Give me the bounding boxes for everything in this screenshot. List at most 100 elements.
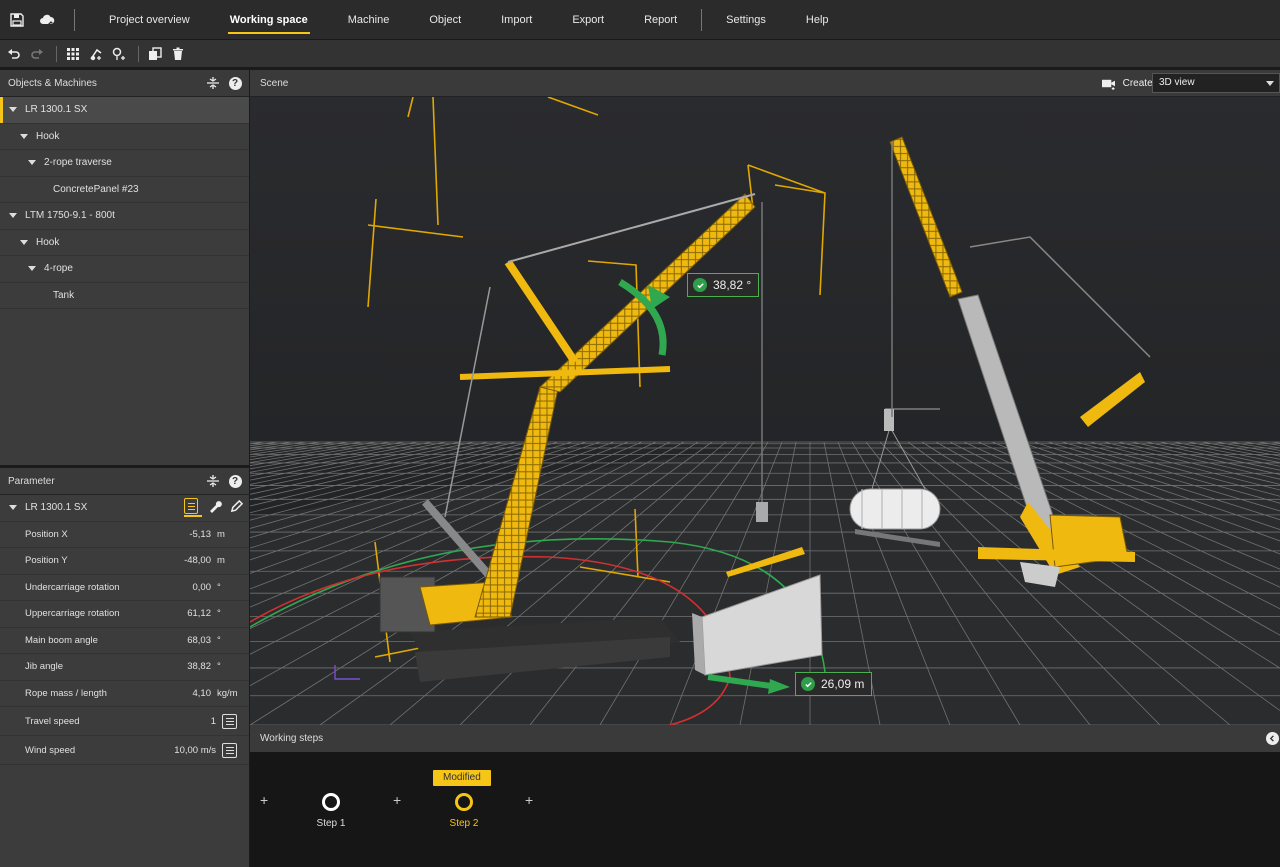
step-1-node[interactable] [322, 793, 340, 811]
parameter-row[interactable]: Travel speed 1 [0, 707, 249, 736]
menu-working-space[interactable]: Working space [210, 0, 328, 40]
details-icon[interactable] [222, 742, 237, 758]
collapse-left-icon[interactable] [1266, 732, 1279, 745]
step-1-label[interactable]: Step 1 [308, 818, 354, 829]
parameter-row[interactable]: Position X -5,13 m [0, 522, 249, 548]
scene-canvas[interactable] [250, 97, 1280, 725]
details-icon[interactable] [222, 713, 237, 729]
parameter-unit: kg/m [217, 687, 238, 699]
jib-angle-value: 38,82 ° [713, 278, 752, 292]
menu-object[interactable]: Object [409, 0, 481, 40]
parameter-value[interactable]: -48,00 [141, 555, 211, 566]
parameter-row[interactable]: Wind speed 10,00 m/s [0, 736, 249, 765]
copy-icon[interactable] [145, 44, 165, 64]
add-object-icon[interactable] [109, 44, 129, 64]
caret-down-icon[interactable] [28, 266, 36, 272]
parameter-unit: m [217, 528, 225, 540]
tree-item[interactable]: LR 1300.1 SX [0, 97, 249, 124]
snapshot-icon[interactable] [1101, 77, 1116, 90]
delete-icon[interactable] [168, 44, 188, 64]
parameter-value[interactable]: 1 [146, 716, 216, 727]
parameter-label: Rope mass / length [25, 687, 107, 699]
menu-import[interactable]: Import [481, 0, 552, 40]
parameter-machine-row[interactable]: LR 1300.1 SX [0, 495, 249, 522]
caret-down-icon[interactable] [9, 107, 17, 113]
parameter-value[interactable]: 10,00 m/s [146, 745, 216, 756]
distance-label[interactable]: 26,09 m [795, 672, 873, 696]
jib-angle-label[interactable]: 38,82 ° [687, 273, 760, 297]
tree-item[interactable]: 4-rope [0, 256, 249, 283]
check-icon [801, 677, 815, 691]
caret-down-icon[interactable] [20, 239, 28, 245]
parameter-value[interactable]: 0,00 [141, 582, 212, 593]
menu-report[interactable]: Report [624, 0, 697, 40]
parameter-row[interactable]: Main boom angle 68,03 ° [0, 628, 249, 654]
menu-machine[interactable]: Machine [328, 0, 410, 40]
undo-icon[interactable] [4, 44, 24, 64]
caret-down-icon[interactable] [9, 213, 17, 219]
objects-panel-header: Objects & Machines ? [0, 70, 249, 97]
parameter-unit: m [217, 555, 225, 567]
tree-item-label: Hook [36, 130, 60, 142]
app-window: Project overview Working space Machine O… [0, 0, 1280, 867]
scene-viewport[interactable]: 38,82 ° 26,09 m [250, 97, 1280, 725]
parameter-list: LR 1300.1 SX Position X -5,13 m Position Y -… [0, 495, 249, 867]
parameter-value[interactable]: 4,10 [141, 688, 212, 699]
parameter-unit: ° [217, 581, 221, 593]
edit-params-icon[interactable] [184, 498, 202, 518]
tree-item[interactable]: ConcretePanel #23 [0, 177, 249, 203]
pencil-icon[interactable] [230, 499, 244, 516]
tree-item-label: Tank [53, 289, 75, 301]
redo-icon[interactable] [27, 44, 47, 64]
caret-down-icon[interactable] [20, 133, 28, 139]
distance-value: 26,09 m [821, 677, 865, 691]
check-icon [693, 278, 707, 292]
objects-panel-title: Objects & Machines [8, 77, 97, 89]
menu-settings[interactable]: Settings [706, 0, 786, 40]
add-step-icon[interactable]: + [260, 792, 268, 808]
menu-export[interactable]: Export [552, 0, 624, 40]
parameter-row[interactable]: Undercarriage rotation 0,00 ° [0, 575, 249, 601]
view-mode-select[interactable]: 3D view [1152, 73, 1280, 93]
collapse-toggle-icon[interactable] [205, 473, 221, 489]
parameter-value[interactable]: 68,03 [141, 635, 211, 646]
tree-item-label: 4-rope [44, 263, 73, 275]
wrench-icon[interactable] [208, 499, 222, 516]
tree-item[interactable]: Hook [0, 124, 249, 150]
menu-divider [74, 8, 75, 31]
step-2-label[interactable]: Step 2 [441, 818, 487, 829]
help-icon[interactable]: ? [227, 473, 243, 489]
add-crane-icon[interactable] [86, 44, 106, 64]
step-2-node[interactable] [455, 793, 473, 811]
tree-item-label: Hook [36, 236, 60, 248]
tree-item-label: 2-rope traverse [44, 157, 112, 169]
working-steps-timeline: + Step 1 + Modified Step 2 + [250, 752, 1280, 867]
parameter-value[interactable]: -5,13 [141, 529, 211, 540]
caret-down-icon[interactable] [9, 505, 17, 511]
parameter-label: Position X [25, 528, 68, 540]
caret-down-icon[interactable] [28, 160, 36, 166]
tree-item[interactable]: Tank [0, 283, 249, 309]
parameter-panel-title: Parameter [8, 475, 55, 487]
help-icon[interactable]: ? [227, 75, 243, 91]
collapse-toggle-icon[interactable] [205, 75, 221, 91]
add-step-icon[interactable]: + [393, 792, 401, 808]
menu-project-overview[interactable]: Project overview [89, 0, 210, 40]
parameter-value[interactable]: 61,12 [141, 608, 211, 619]
tree-item-label: LTM 1750-9.1 - 800t [25, 210, 115, 222]
toolbar-divider [56, 45, 57, 62]
tree-item[interactable]: Hook [0, 230, 249, 256]
save-icon[interactable] [4, 7, 30, 33]
toolbar [0, 40, 1280, 68]
parameter-row[interactable]: Jib angle 38,82 ° [0, 654, 249, 681]
tree-item[interactable]: 2-rope traverse [0, 150, 249, 177]
grid-icon[interactable] [63, 44, 83, 64]
parameter-row[interactable]: Rope mass / length 4,10 kg/m [0, 681, 249, 707]
add-step-icon[interactable]: + [525, 792, 533, 808]
cloud-icon[interactable] [34, 7, 60, 33]
menu-help[interactable]: Help [786, 0, 849, 40]
tree-item[interactable]: LTM 1750-9.1 - 800t [0, 203, 249, 230]
parameter-value[interactable]: 38,82 [141, 661, 211, 672]
parameter-row[interactable]: Uppercarriage rotation 61,12 ° [0, 601, 249, 628]
parameter-row[interactable]: Position Y -48,00 m [0, 548, 249, 575]
